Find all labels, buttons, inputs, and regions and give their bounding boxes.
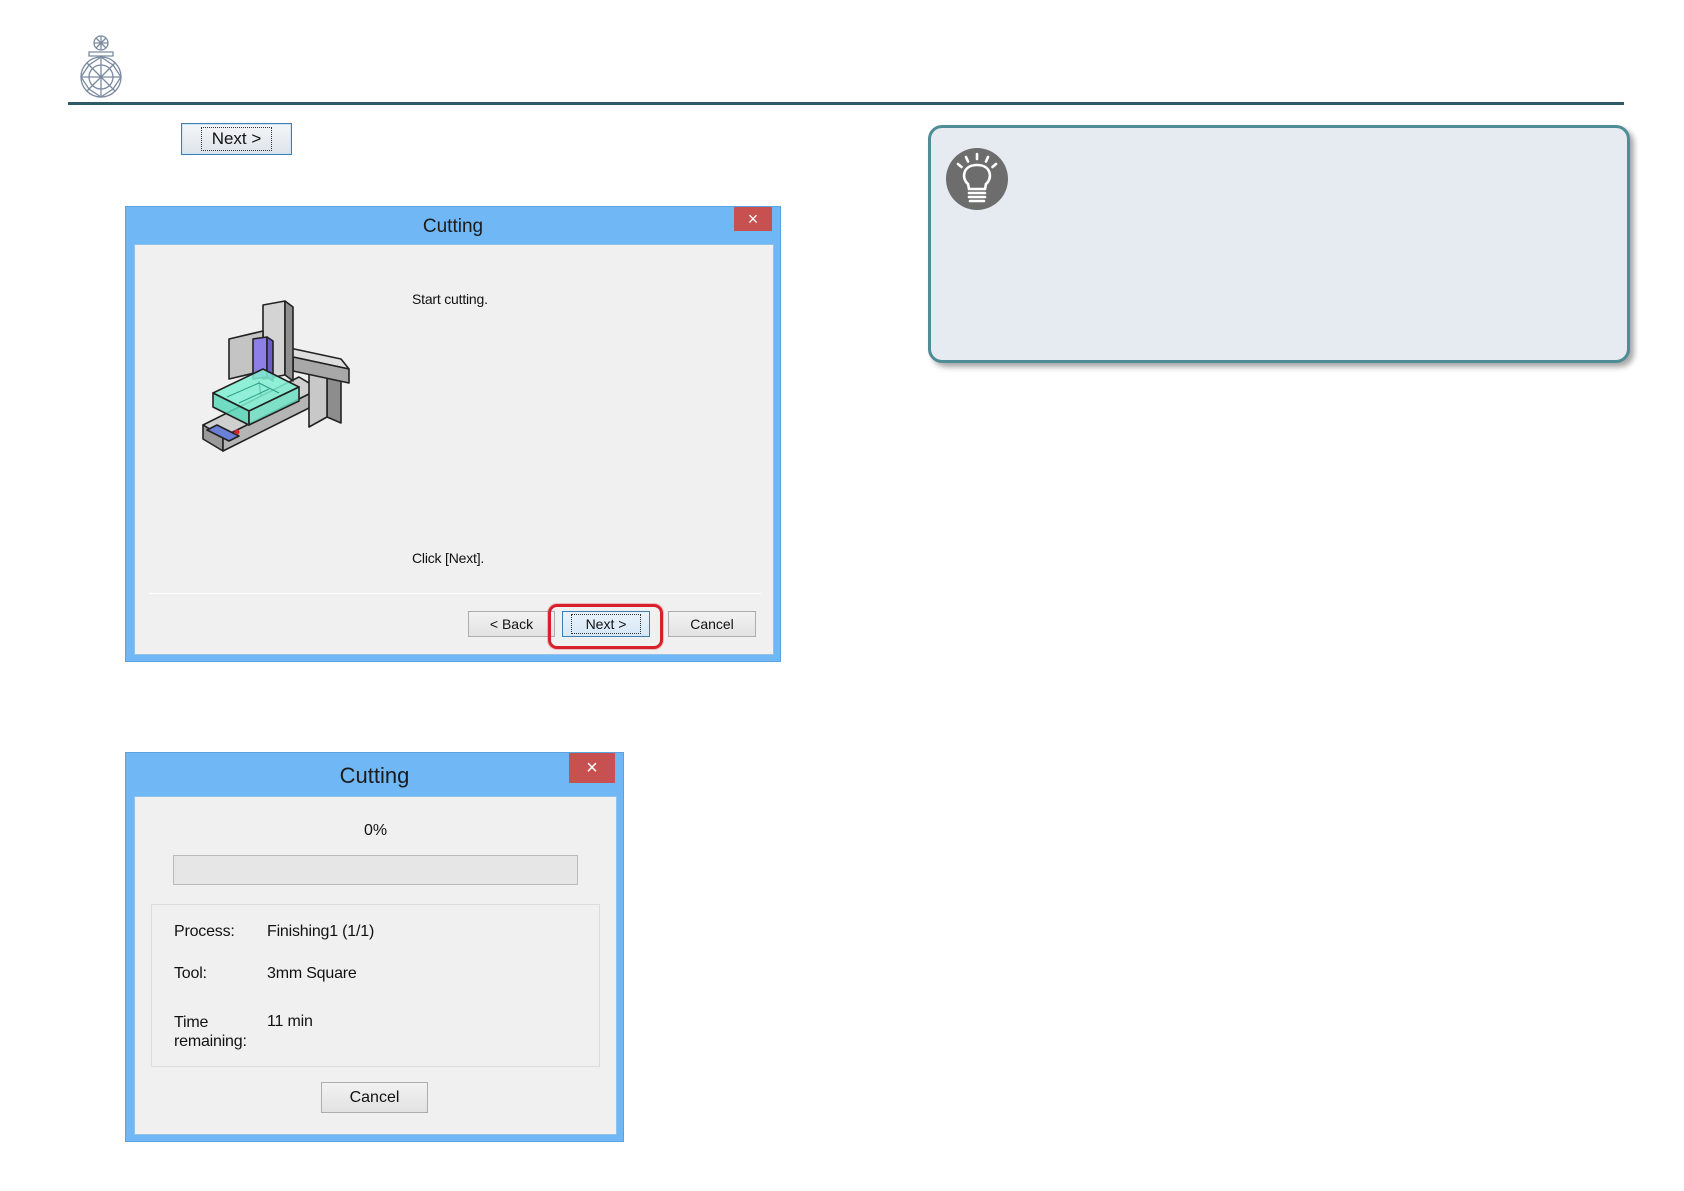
close-button[interactable]: × bbox=[569, 753, 615, 783]
gem-logo-icon bbox=[80, 35, 122, 98]
dialog-client-area: 0% Process: Finishing1 (1/1) Tool: 3mm S… bbox=[134, 796, 617, 1135]
inline-next-button-image: Next > bbox=[181, 123, 292, 155]
button-separator bbox=[149, 593, 761, 594]
hint-panel bbox=[928, 125, 1630, 363]
click-next-message: Click [Next]. bbox=[412, 550, 485, 566]
dialog-title: Cutting bbox=[422, 216, 484, 237]
cutting-progress-dialog: Cutting × 0% Process: Finishing1 (1/1) T… bbox=[125, 752, 624, 1142]
cancel-button[interactable]: Cancel bbox=[668, 611, 756, 637]
header-rule bbox=[68, 102, 1624, 105]
milling-machine-illustration bbox=[202, 300, 350, 452]
tool-label: Tool: bbox=[174, 965, 207, 982]
job-info-panel: Process: Finishing1 (1/1) Tool: 3mm Squa… bbox=[151, 904, 600, 1067]
next-button-highlight bbox=[548, 604, 663, 649]
process-value: Finishing1 (1/1) bbox=[267, 923, 375, 940]
time-label-line2: remaining: bbox=[174, 1033, 247, 1050]
time-remaining-value: 11 min bbox=[267, 1013, 313, 1030]
cancel-button[interactable]: Cancel bbox=[321, 1082, 428, 1113]
close-button[interactable]: × bbox=[734, 207, 772, 231]
back-button[interactable]: < Back bbox=[468, 611, 555, 637]
progress-percent: 0% bbox=[363, 822, 388, 839]
start-cutting-message: Start cutting. bbox=[412, 291, 488, 307]
inline-next-label: Next > bbox=[200, 127, 273, 151]
lightbulb-icon bbox=[946, 148, 1008, 210]
time-remaining-label: Time remaining: bbox=[174, 1013, 247, 1051]
progress-bar bbox=[173, 855, 578, 885]
time-label-line1: Time bbox=[174, 1014, 209, 1031]
process-label: Process: bbox=[174, 923, 235, 940]
cutting-confirm-dialog: Cutting × Start cutting. Click [Next]. <… bbox=[125, 206, 781, 662]
dialog-client-area: Start cutting. Click [Next]. < Back Next… bbox=[134, 244, 774, 655]
tool-value: 3mm Square bbox=[267, 965, 357, 982]
dialog-title: Cutting bbox=[339, 763, 410, 788]
